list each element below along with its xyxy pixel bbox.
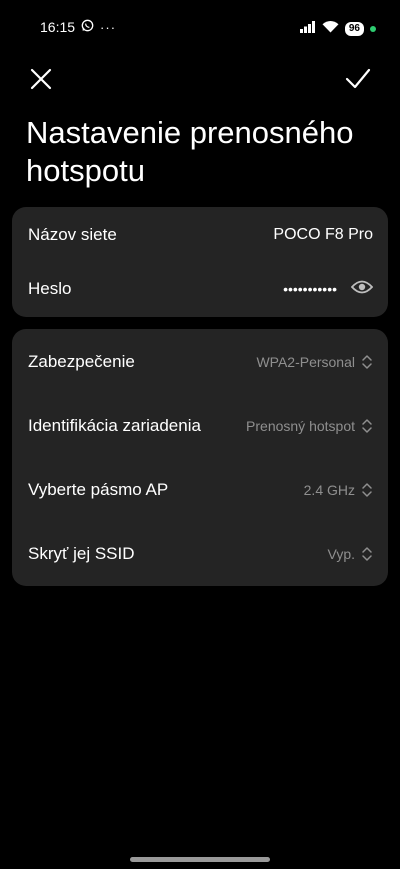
settings-item-security[interactable]: Zabezpečenie WPA2-Personal (12, 346, 388, 378)
home-indicator[interactable] (130, 857, 270, 862)
network-card: Názov siete POCO F8 Pro Heslo ••••••••••… (12, 207, 388, 317)
settings-item-value: Prenosný hotspot (246, 418, 355, 434)
settings-item-ap-band[interactable]: Vyberte pásmo AP 2.4 GHz (12, 474, 388, 506)
close-icon (30, 68, 52, 90)
status-left: 16:15 ··· (40, 19, 116, 35)
settings-item-right: WPA2-Personal (256, 353, 373, 371)
settings-item-value: 2.4 GHz (303, 482, 355, 498)
check-icon (345, 68, 371, 89)
battery-indicator: 96 (344, 22, 364, 36)
eye-icon[interactable] (350, 279, 374, 300)
password-row[interactable]: Heslo ••••••••••• (12, 273, 388, 305)
status-right: 96 (299, 20, 376, 38)
settings-item-right: Vyp. (328, 545, 374, 563)
password-value: ••••••••••• (283, 281, 337, 297)
status-bar: 16:15 ··· 96 (0, 0, 400, 56)
up-down-chevron-icon (362, 547, 372, 561)
up-down-chevron-icon (362, 355, 372, 369)
password-right: ••••••••••• (283, 279, 374, 300)
close-button[interactable] (28, 66, 54, 92)
settings-card: Zabezpečenie WPA2-Personal Identifikácia… (12, 329, 388, 586)
network-name-label: Názov siete (28, 225, 117, 244)
wifi-icon (322, 20, 339, 38)
settings-item-value: Vyp. (327, 546, 356, 562)
settings-item-label: Zabezpečenie (28, 352, 135, 371)
settings-item-value: WPA2-Personal (256, 354, 355, 370)
network-name-row[interactable]: Názov siete POCO F8 Pro (12, 219, 388, 251)
settings-item-hide-ssid[interactable]: Skryť jej SSID Vyp. (12, 538, 388, 570)
network-name-value: POCO F8 Pro (273, 226, 373, 243)
whatsapp-icon (81, 19, 94, 35)
settings-item-device-id[interactable]: Identifikácia zariadenia Prenosný hotspo… (12, 410, 388, 442)
settings-item-right: 2.4 GHz (304, 481, 373, 499)
password-label: Heslo (28, 279, 72, 298)
settings-item-label: Vyberte pásmo AP (28, 480, 169, 499)
settings-item-label: Identifikácia zariadenia (28, 416, 201, 435)
page-title: Nastavenie prenosného hotspotu (26, 115, 354, 188)
status-time: 16:15 (40, 19, 76, 35)
signal-icon (299, 20, 316, 38)
confirm-button[interactable] (344, 66, 372, 92)
settings-item-right: Prenosný hotspot (246, 417, 373, 435)
settings-item-label: Skryť jej SSID (28, 544, 135, 563)
up-down-chevron-icon (362, 483, 372, 497)
up-down-chevron-icon (362, 419, 372, 433)
more-notifications-icon: ··· (100, 19, 117, 35)
privacy-dot (370, 26, 376, 32)
